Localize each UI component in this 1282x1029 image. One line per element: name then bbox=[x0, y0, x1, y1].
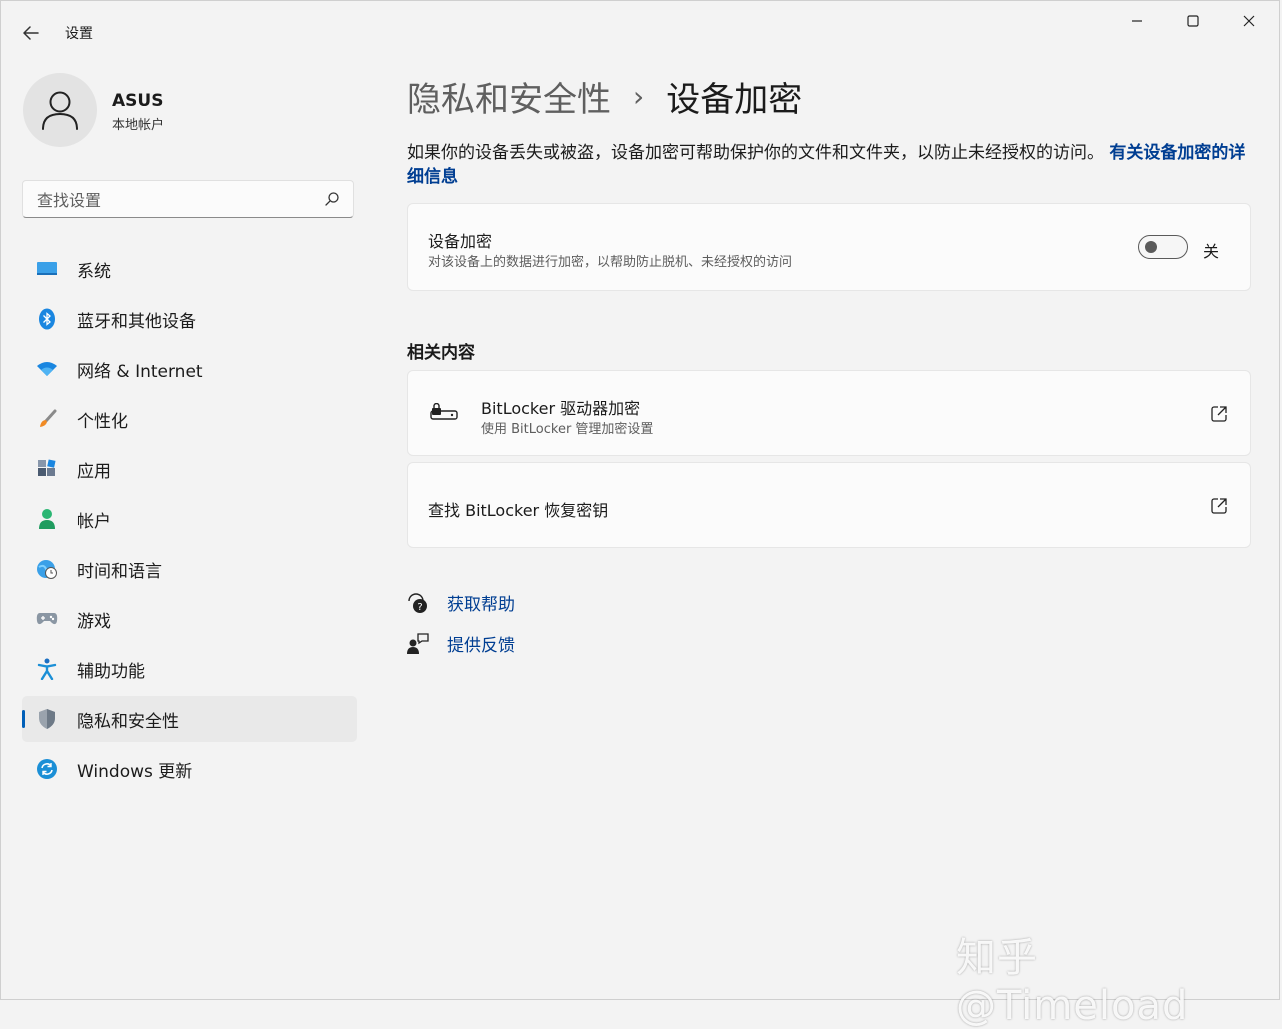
breadcrumb: 隐私和安全性 › 设备加密 bbox=[407, 71, 802, 121]
minimize-button[interactable] bbox=[1109, 1, 1165, 41]
shield-icon bbox=[36, 708, 58, 730]
sidebar-item-accounts[interactable]: 帐户 bbox=[22, 496, 357, 542]
toggle-state-label: 关 bbox=[1203, 242, 1220, 261]
title-bar: 设置 bbox=[1, 1, 1279, 47]
sidebar-item-label: 辅助功能 bbox=[77, 661, 145, 682]
sidebar-item-label: 网络 & Internet bbox=[77, 361, 203, 382]
apps-icon bbox=[36, 458, 58, 480]
bluetooth-icon bbox=[36, 308, 58, 330]
close-icon bbox=[1243, 15, 1255, 27]
chevron-right-icon: › bbox=[633, 79, 645, 113]
sidebar-item-privacy-security[interactable]: 隐私和安全性 bbox=[22, 696, 357, 742]
sidebar-item-label: Windows 更新 bbox=[77, 761, 193, 782]
bitlocker-subtitle: 使用 BitLocker 管理加密设置 bbox=[481, 422, 654, 437]
sidebar-nav: 系统 蓝牙和其他设备 网络 & Internet 个性化 应用 帐户 时间和语言… bbox=[22, 246, 357, 796]
maximize-button[interactable] bbox=[1165, 1, 1221, 41]
sidebar-item-label: 应用 bbox=[77, 461, 111, 482]
monitor-icon bbox=[36, 258, 58, 280]
feedback-link[interactable]: 提供反馈 bbox=[407, 631, 515, 656]
sidebar-item-gaming[interactable]: 游戏 bbox=[22, 596, 357, 642]
device-encryption-card: 设备加密 对该设备上的数据进行加密，以帮助防止脱机、未经授权的访问 关 bbox=[407, 203, 1251, 291]
user-name: ASUS bbox=[112, 91, 164, 111]
bitlocker-title: BitLocker 驱动器加密 bbox=[481, 399, 641, 418]
recovery-key-title: 查找 BitLocker 恢复密钥 bbox=[428, 501, 609, 520]
person-icon bbox=[42, 91, 78, 130]
svg-text:?: ? bbox=[417, 602, 422, 613]
update-icon bbox=[36, 758, 58, 780]
sidebar-item-apps[interactable]: 应用 bbox=[22, 446, 357, 492]
brush-icon bbox=[36, 408, 58, 430]
accessibility-icon bbox=[36, 658, 58, 680]
bitlocker-card[interactable]: BitLocker 驱动器加密 使用 BitLocker 管理加密设置 bbox=[407, 370, 1251, 456]
search-icon[interactable] bbox=[323, 190, 341, 208]
sidebar-item-label: 个性化 bbox=[77, 411, 128, 432]
search-box[interactable] bbox=[22, 180, 354, 218]
sidebar-item-label: 隐私和安全性 bbox=[77, 711, 179, 732]
get-help-link[interactable]: ? 获取帮助 bbox=[407, 590, 515, 615]
wifi-icon bbox=[36, 358, 58, 380]
close-button[interactable] bbox=[1221, 1, 1277, 41]
help-chat-icon: ? bbox=[408, 592, 427, 613]
breadcrumb-parent[interactable]: 隐私和安全性 bbox=[407, 72, 611, 121]
app-title: 设置 bbox=[65, 26, 93, 42]
drive-lock-icon bbox=[430, 403, 458, 420]
get-help-label: 获取帮助 bbox=[447, 595, 515, 615]
search-input[interactable] bbox=[35, 188, 319, 212]
feedback-icon bbox=[407, 632, 429, 654]
device-encryption-subtitle: 对该设备上的数据进行加密，以帮助防止脱机、未经授权的访问 bbox=[428, 255, 793, 270]
sidebar-item-label: 帐户 bbox=[77, 511, 111, 532]
globe-clock-icon bbox=[36, 558, 58, 580]
page-title: 设备加密 bbox=[666, 79, 803, 120]
open-external-icon bbox=[1211, 498, 1227, 514]
sidebar-item-windows-update[interactable]: Windows 更新 bbox=[22, 746, 357, 792]
toggle-knob bbox=[1145, 241, 1157, 253]
sidebar-item-label: 蓝牙和其他设备 bbox=[77, 311, 196, 332]
open-external-icon bbox=[1211, 406, 1227, 422]
person-icon bbox=[36, 508, 58, 530]
description-text: 如果你的设备丢失或被盗，设备加密可帮助保护你的文件和文件夹，以防止未经授权的访问… bbox=[407, 143, 1104, 163]
settings-window: 设置 ASUS 本地帐户 系统 bbox=[0, 0, 1280, 1000]
sidebar-item-label: 游戏 bbox=[77, 611, 111, 632]
sidebar-item-bluetooth[interactable]: 蓝牙和其他设备 bbox=[22, 296, 357, 342]
sidebar-item-label: 时间和语言 bbox=[77, 561, 162, 582]
sidebar-item-time-language[interactable]: 时间和语言 bbox=[22, 546, 357, 592]
gamepad-icon bbox=[36, 608, 58, 630]
feedback-label: 提供反馈 bbox=[447, 636, 515, 656]
page-description: 如果你的设备丢失或被盗，设备加密可帮助保护你的文件和文件夹，以防止未经授权的访问… bbox=[407, 141, 1247, 189]
account-type: 本地帐户 bbox=[112, 118, 165, 133]
recovery-key-card[interactable]: 查找 BitLocker 恢复密钥 bbox=[407, 462, 1251, 548]
related-content-heading: 相关内容 bbox=[407, 343, 475, 363]
device-encryption-title: 设备加密 bbox=[428, 232, 493, 251]
sidebar-item-accessibility[interactable]: 辅助功能 bbox=[22, 646, 357, 692]
maximize-icon bbox=[1187, 15, 1199, 27]
arrow-left-icon bbox=[23, 26, 39, 40]
minimize-icon bbox=[1132, 20, 1142, 22]
sidebar-item-label: 系统 bbox=[77, 261, 111, 282]
sidebar-item-system[interactable]: 系统 bbox=[22, 246, 357, 292]
sidebar-item-personalization[interactable]: 个性化 bbox=[22, 396, 357, 442]
watermark: 知乎 @Timeload bbox=[956, 935, 1189, 1029]
avatar[interactable] bbox=[23, 73, 97, 147]
device-encryption-toggle[interactable] bbox=[1138, 235, 1188, 259]
back-button[interactable] bbox=[15, 17, 47, 49]
sidebar-item-network[interactable]: 网络 & Internet bbox=[22, 346, 357, 392]
